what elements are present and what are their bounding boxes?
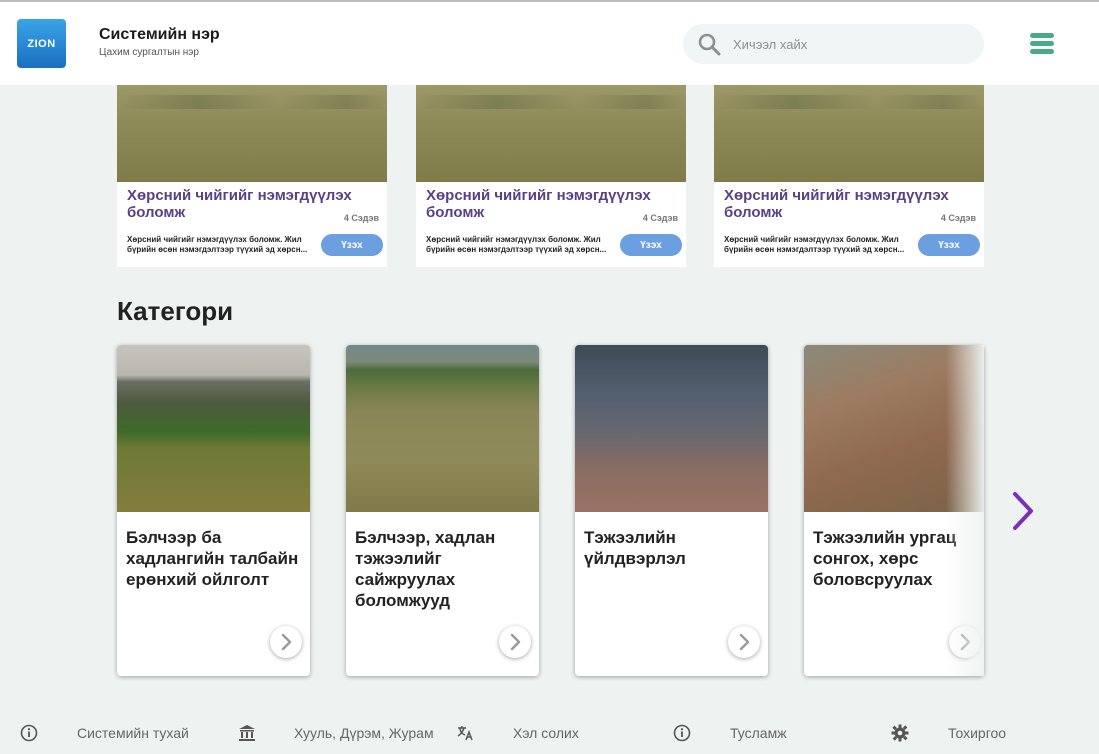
course-topics-count: 4 Сэдэв [642, 213, 678, 223]
bank-icon [239, 725, 255, 741]
footer-laws-label: Хууль, Дүрэм, Журам [294, 725, 434, 741]
search-input[interactable] [733, 34, 963, 54]
view-button[interactable]: Үзэх [918, 234, 980, 256]
footer-language[interactable]: Хэл солих [456, 722, 579, 744]
course-card[interactable]: Хөрсний чийгийг нэмэгдүүлэх боломж 4 Сэд… [714, 85, 984, 267]
category-image [575, 345, 768, 512]
course-description: Хөрсний чийгийг нэмэгдүүлэх боломж. Жил … [127, 235, 308, 254]
language-icon [457, 726, 473, 741]
course-title[interactable]: Хөрсний чийгийг нэмэгдүүлэх боломж [127, 187, 377, 221]
help-icon [673, 724, 691, 742]
category-card[interactable]: Бэлчээр, хадлан тэжээлийг сайжруулах бол… [346, 345, 539, 676]
footer-settings[interactable]: Тохиргоо [891, 722, 1006, 744]
hamburger-icon[interactable] [1030, 33, 1054, 55]
carousel-fade [946, 345, 984, 676]
course-description: Хөрсний чийгийг нэмэгдүүлэх боломж. Жил … [724, 235, 905, 254]
system-name: Системийн нэр [99, 26, 220, 43]
category-image [117, 345, 310, 512]
gear-icon [891, 724, 909, 742]
course-description: Хөрсний чийгийг нэмэгдүүлэх боломж. Жил … [426, 235, 607, 254]
search-icon[interactable] [697, 32, 721, 56]
chevron-right-icon [739, 633, 750, 651]
category-image [346, 345, 539, 512]
course-card[interactable]: Хөрсний чийгийг нэмэгдүүлэх боломж 4 Сэд… [416, 85, 686, 267]
card-arrow-button[interactable] [270, 626, 302, 658]
category-label: Бэлчээр, хадлан тэжээлийг сайжруулах бол… [355, 528, 496, 610]
header: ZION Системийн нэр Цахим сургалтын нэр [0, 2, 1099, 85]
info-icon [20, 724, 38, 742]
footer-help[interactable]: Тусламж [673, 722, 787, 744]
footer-settings-label: Тохиргоо [948, 725, 1007, 741]
course-topics-count: 4 Сэдэв [940, 213, 976, 223]
card-arrow-button[interactable] [499, 626, 531, 658]
course-card[interactable]: Хөрсний чийгийг нэмэгдүүлэх боломж 4 Сэд… [117, 85, 387, 267]
view-button[interactable]: Үзэх [620, 234, 682, 256]
course-title[interactable]: Хөрсний чийгийг нэмэгдүүлэх боломж [724, 187, 974, 221]
category-heading: Категори [117, 296, 234, 326]
category-label: Тэжээлийн үйлдвэрлэл [584, 528, 686, 568]
course-image [416, 85, 686, 182]
chevron-right-icon[interactable] [1010, 490, 1036, 532]
card-arrow-button[interactable] [728, 626, 760, 658]
course-topics-count: 4 Сэдэв [343, 213, 379, 223]
category-label: Бэлчээр ба хадлангийн талбайн ерөнхий ой… [126, 528, 299, 589]
footer-about[interactable]: Системийн тухай [20, 722, 189, 744]
category-card[interactable]: Тэжээлийн үйлдвэрлэл [575, 345, 768, 676]
footer-help-label: Тусламж [730, 725, 787, 741]
footer-about-label: Системийн тухай [77, 725, 189, 741]
logo[interactable]: ZION [17, 19, 66, 68]
chevron-right-icon [510, 633, 521, 651]
system-subtitle: Цахим сургалтын нэр [99, 47, 199, 58]
course-image [714, 85, 984, 182]
course-title[interactable]: Хөрсний чийгийг нэмэгдүүлэх боломж [426, 187, 676, 221]
footer-laws[interactable]: Хууль, Дүрэм, Журам [238, 722, 434, 744]
logo-text: ZION [27, 37, 56, 50]
footer-language-label: Хэл солих [513, 725, 579, 741]
view-button[interactable]: Үзэх [321, 234, 383, 256]
chevron-right-icon [281, 633, 292, 651]
category-card[interactable]: Бэлчээр ба хадлангийн талбайн ерөнхий ой… [117, 345, 310, 676]
course-image [117, 85, 387, 182]
search-bar [683, 24, 984, 64]
